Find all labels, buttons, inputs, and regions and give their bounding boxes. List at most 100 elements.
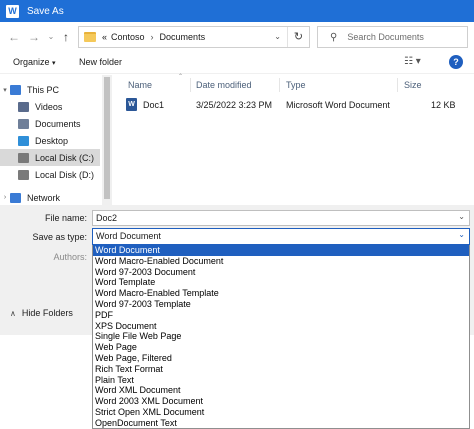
sort-ascending-icon: ⌃ [178, 74, 184, 80]
type-option[interactable]: Rich Text Format [93, 364, 469, 375]
help-icon[interactable]: ? [449, 55, 463, 69]
file-size: 12 KB [431, 100, 456, 110]
type-option[interactable]: Word 2003 XML Document [93, 396, 469, 407]
sidebar-item-desktop[interactable]: Desktop [0, 132, 100, 149]
column-header-size[interactable]: Size [404, 80, 422, 90]
back-button[interactable]: ← [6, 29, 22, 45]
sidebar-scrollbar[interactable] [102, 75, 112, 205]
type-option[interactable]: Word 97-2003 Document [93, 267, 469, 278]
hide-folders-label: Hide Folders [21, 308, 73, 318]
navigation-pane: ▾ This PC Videos Documents Desktop Local… [0, 75, 112, 205]
arrow-left-icon: ← [8, 30, 20, 44]
type-option[interactable]: Word 97-2003 Template [93, 299, 469, 310]
sidebar-item-label: Desktop [35, 135, 69, 146]
chevron-down-icon[interactable]: ⌄ [458, 212, 465, 221]
type-option[interactable]: Single File Web Page [93, 331, 469, 342]
window-title: Save As [27, 5, 64, 17]
view-options-icon[interactable]: ☷ ▾ [404, 56, 421, 67]
sidebar-item-label: This PC [27, 84, 60, 95]
address-dropdown-icon[interactable]: ⌄ [274, 32, 281, 41]
type-option[interactable]: Word Macro-Enabled Document [93, 256, 469, 267]
new-folder-button[interactable]: New folder [79, 57, 122, 67]
address-bar[interactable]: « Contoso › Documents ⌄ ↻ [78, 26, 310, 48]
column-header-label: Name [128, 80, 153, 90]
save-as-type-dropdown: Word Document Word Macro-Enabled Documen… [92, 245, 470, 429]
chevron-down-icon[interactable]: ⌄ [458, 230, 465, 239]
disk-icon [18, 169, 29, 180]
word-app-icon: W [6, 4, 19, 18]
arrow-up-icon: ↑ [63, 30, 69, 44]
type-option[interactable]: PDF [93, 310, 469, 321]
refresh-button[interactable]: ↻ [287, 27, 309, 47]
chevron-up-icon: ∧ [10, 308, 16, 318]
type-option[interactable]: Plain Text [93, 375, 469, 386]
file-name: Doc1 [143, 100, 165, 110]
file-row[interactable]: W Doc1 3/25/2022 3:23 PM Microsoft Word … [126, 97, 466, 113]
organize-label: Organize [13, 57, 50, 67]
save-as-type-value: Word Document [96, 231, 161, 241]
save-as-type-label: Save as type: [32, 232, 87, 242]
type-option[interactable]: Word Template [93, 277, 469, 288]
breadcrumb-contoso[interactable]: Contoso [111, 32, 145, 42]
breadcrumb-documents[interactable]: Documents [160, 32, 206, 42]
save-as-type-select[interactable]: Word Document ⌄ [92, 228, 470, 245]
chevron-down-icon: ▾ [52, 60, 56, 67]
desktop-icon [18, 135, 29, 146]
sidebar-item-label: Documents [35, 118, 81, 129]
videos-icon [18, 101, 29, 112]
hide-folders-button[interactable]: ∧ Hide Folders [10, 308, 73, 318]
type-option[interactable]: XPS Document [93, 321, 469, 332]
sidebar-item-videos[interactable]: Videos [0, 98, 100, 115]
type-option[interactable]: Web Page [93, 342, 469, 353]
sidebar-item-label: Videos [35, 101, 63, 112]
file-type: Microsoft Word Document [286, 100, 390, 110]
file-name-value: Doc2 [96, 213, 118, 223]
file-date: 3/25/2022 3:23 PM [196, 100, 273, 110]
recent-locations-button[interactable]: ⌄ [43, 29, 59, 45]
organize-button[interactable]: Organize ▾ [13, 57, 56, 67]
word-document-icon: W [126, 98, 137, 111]
sidebar-item-local-disk-c[interactable]: Local Disk (C:) [0, 149, 100, 166]
network-icon [10, 192, 21, 203]
type-option[interactable]: Web Page, Filtered [93, 353, 469, 364]
type-option[interactable]: Word Document [93, 245, 469, 256]
navigation-bar: ← → ⌄ ↑ « Contoso › Documents ⌄ ↻ ⚲ Sear… [0, 22, 474, 52]
column-divider[interactable] [190, 78, 191, 92]
forward-button[interactable]: → [26, 29, 42, 45]
search-placeholder: Search Documents [347, 32, 424, 42]
chevron-right-icon[interactable]: › [0, 194, 10, 201]
file-name-input[interactable]: Doc2 ⌄ [92, 210, 470, 226]
refresh-icon: ↻ [293, 31, 304, 43]
sidebar-item-label: Local Disk (C:) [35, 152, 95, 163]
authors-label: Authors: [53, 252, 87, 262]
command-bar: Organize ▾ New folder ☷ ▾ ? [0, 52, 474, 74]
column-header-type[interactable]: Type [286, 80, 306, 90]
column-header-name[interactable]: Name [128, 80, 152, 90]
chevron-down-icon[interactable]: ▾ [0, 86, 10, 94]
column-divider[interactable] [279, 78, 280, 92]
sidebar-item-documents[interactable]: Documents [0, 115, 100, 132]
type-option[interactable]: Word Macro-Enabled Template [93, 288, 469, 299]
search-box[interactable]: ⚲ Search Documents [317, 26, 468, 48]
type-option[interactable]: Strict Open XML Document [93, 407, 469, 418]
file-name-label: File name: [44, 213, 87, 223]
sidebar-item-label: Local Disk (D:) [35, 169, 95, 180]
file-list: Name ⌃ Date modified Type Size W Doc1 3/… [112, 74, 474, 205]
title-bar: W Save As [0, 0, 474, 22]
up-button[interactable]: ↑ [58, 29, 74, 45]
type-option[interactable]: OpenDocument Text [93, 418, 469, 428]
folder-icon [84, 32, 96, 42]
type-option[interactable]: Word XML Document [93, 385, 469, 396]
sidebar-item-network[interactable]: › Network [0, 189, 100, 206]
chevron-down-icon: ⌄ [47, 32, 55, 41]
column-divider[interactable] [397, 78, 398, 92]
column-header-date[interactable]: Date modified [196, 80, 252, 90]
sidebar-item-local-disk-d[interactable]: Local Disk (D:) [0, 166, 100, 183]
breadcrumb-overflow[interactable]: « [102, 32, 107, 42]
arrow-right-icon: → [28, 30, 40, 44]
sidebar-item-this-pc[interactable]: ▾ This PC [0, 81, 100, 98]
scrollbar-thumb[interactable] [104, 77, 110, 199]
documents-icon [18, 118, 29, 129]
disk-icon [18, 152, 29, 163]
pc-icon [10, 84, 21, 95]
